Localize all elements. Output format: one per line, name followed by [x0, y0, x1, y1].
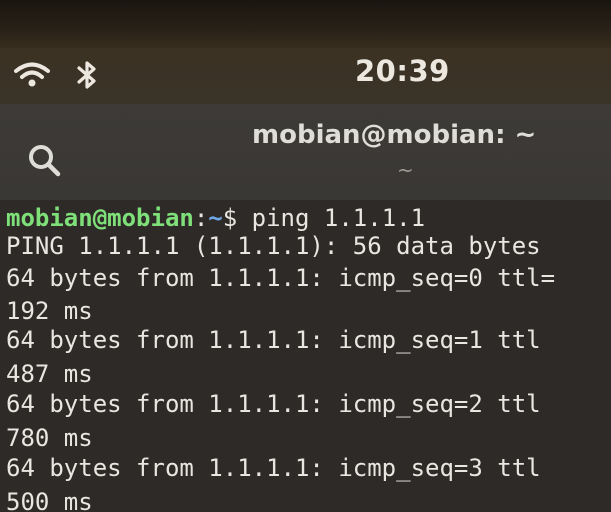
command-text: ping 1.1.1.1 [237, 204, 426, 232]
prompt-separator: : [193, 204, 209, 232]
window-subtitle: ~ [397, 158, 414, 182]
clock: 20:39 [355, 54, 450, 88]
output-line: 64 bytes from 1.1.1.1: icmp_seq=1 ttl [6, 326, 541, 354]
output-line: 64 bytes from 1.1.1.1: icmp_seq=3 ttl [6, 454, 541, 482]
output-line: 192 ms [6, 297, 93, 325]
output-line: 500 ms [6, 488, 93, 512]
prompt-user: mobian@mobian [6, 204, 194, 232]
prompt-line: mobian@mobian:~$ ping 1.1.1.1 [6, 206, 425, 230]
output-line: 64 bytes from 1.1.1.1: icmp_seq=0 ttl= [6, 264, 556, 292]
output-line: PING 1.1.1.1 (1.1.1.1): 56 data bytes [6, 232, 541, 260]
status-bar: 20:39 [0, 48, 611, 104]
search-icon[interactable] [22, 138, 68, 184]
output-line: 780 ms [6, 424, 93, 452]
prompt-symbol: $ [222, 204, 238, 232]
output-line: 64 bytes from 1.1.1.1: icmp_seq=2 ttl [6, 390, 541, 418]
prompt-path: ~ [208, 204, 223, 232]
header-bar: mobian@mobian: ~ ~ [0, 104, 611, 201]
top-bezel [0, 0, 611, 52]
phone-screen: 20:39 mobian@mobian: ~ ~ mobian@mobian:~… [0, 0, 611, 512]
bluetooth-icon [77, 61, 96, 89]
window-title: mobian@mobian: ~ [252, 120, 537, 150]
terminal-view[interactable]: mobian@mobian:~$ ping 1.1.1.1 PING 1.1.1… [0, 200, 611, 512]
output-line: 487 ms [6, 360, 93, 388]
wifi-icon [14, 62, 50, 87]
